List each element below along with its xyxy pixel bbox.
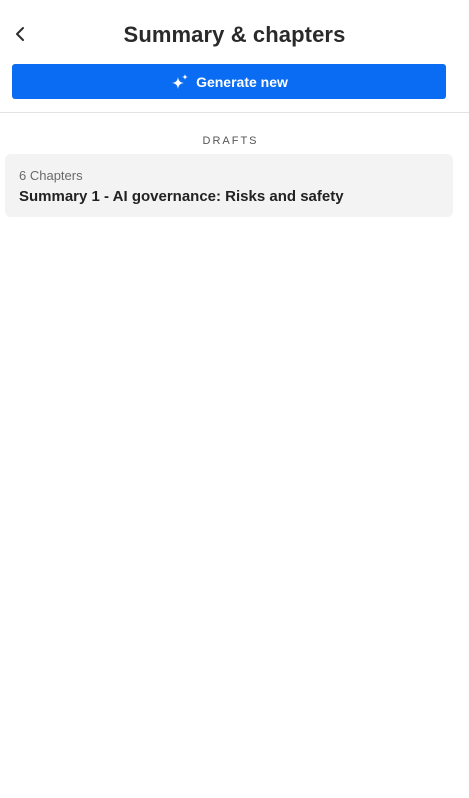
summary-chapters-screen: Summary & chapters Generate new DRAFTS 6…: [0, 0, 469, 798]
drafts-section-label: DRAFTS: [202, 135, 259, 147]
generate-new-button[interactable]: Generate new: [12, 64, 446, 99]
draft-summary-card[interactable]: 6 Chapters Summary 1 - AI governance: Ri…: [5, 154, 453, 217]
chapter-count: 6 Chapters: [19, 168, 83, 183]
draft-title: Summary 1 - AI governance: Risks and saf…: [19, 188, 344, 205]
sparkle-icon: [170, 73, 190, 91]
divider: [0, 112, 469, 113]
header: Summary & chapters: [0, 0, 469, 64]
generate-new-label: Generate new: [196, 73, 288, 90]
page-title: Summary & chapters: [123, 22, 346, 47]
